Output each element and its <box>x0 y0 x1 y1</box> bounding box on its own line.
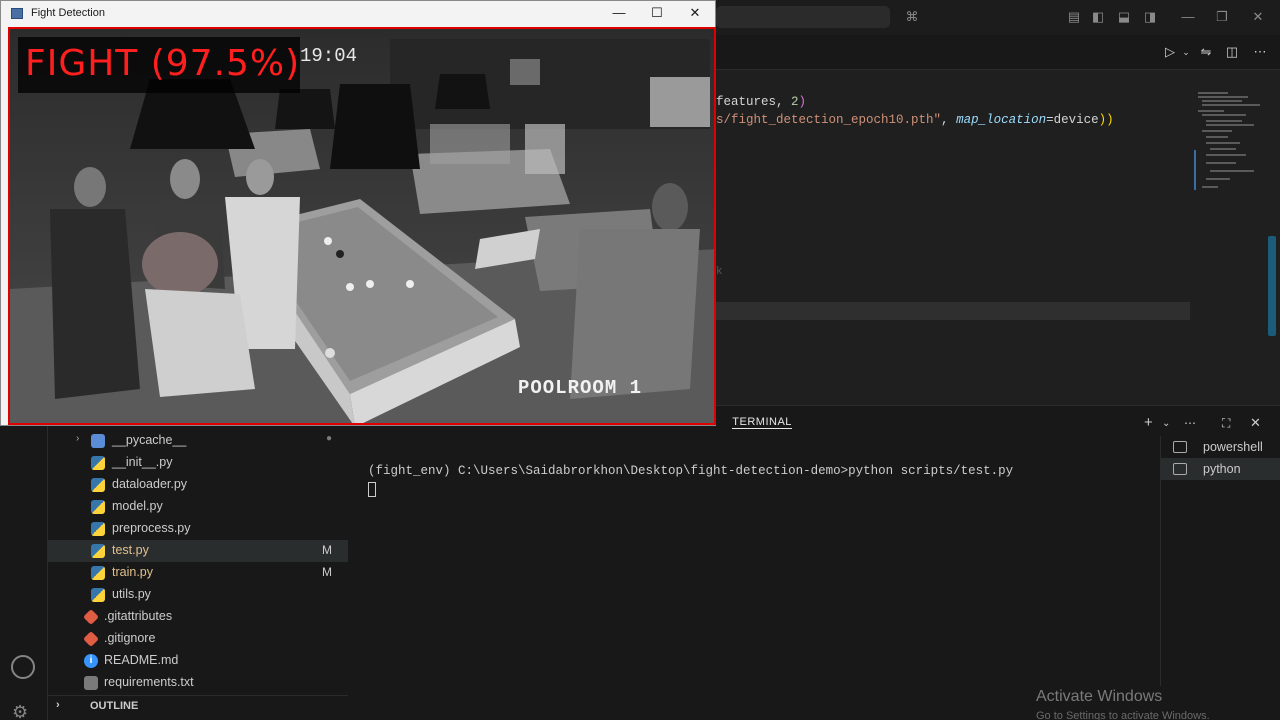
chevron-right-icon: › <box>76 433 80 444</box>
explorer-item-gitignore[interactable]: .gitignore <box>48 628 348 650</box>
toggle-secondary-sidebar-icon[interactable]: ◨ <box>1142 9 1158 25</box>
restore-icon[interactable]: ❐ <box>1214 9 1230 25</box>
explorer-item-utils[interactable]: utils.py <box>48 584 348 606</box>
explorer-item-pycache[interactable]: › __pycache__ ● <box>48 430 348 452</box>
explorer-item-label: model.py <box>112 499 163 513</box>
bottom-panel: Problems Output Debug Console Ports Term… <box>348 405 1280 720</box>
run-icon[interactable]: ▷ <box>1162 44 1178 60</box>
minimap[interactable] <box>1192 90 1264 200</box>
tab-terminal[interactable]: Terminal <box>732 416 792 429</box>
explorer-sidebar: › __pycache__ ● __init__.py dataloader.p… <box>48 405 348 720</box>
explorer-item-label: __init__.py <box>112 455 173 469</box>
explorer-item-preprocess[interactable]: preprocess.py <box>48 518 348 540</box>
git-modified-badge: M <box>322 565 332 579</box>
editor-tabbar: ▷ ⌄ ⇋ ◫ ⋯ <box>716 35 1280 70</box>
camera-label: POOLROOM 1 <box>518 377 643 399</box>
explorer-item-label: .gitattributes <box>104 609 173 623</box>
explorer-item-gitattributes[interactable]: .gitattributes <box>48 606 348 628</box>
explorer-item-test[interactable]: test.py M <box>48 540 348 562</box>
terminal-icon <box>1173 463 1187 475</box>
activation-watermark-title: Activate Windows <box>1036 688 1163 705</box>
maximize-button[interactable]: ☐ <box>637 3 677 23</box>
chevron-right-icon: › <box>56 699 60 711</box>
minimize-icon[interactable]: — <box>1180 9 1196 25</box>
python-file-icon <box>91 544 105 558</box>
minimize-button[interactable]: — <box>599 3 639 23</box>
window-titlebar[interactable]: Fight Detection — ☐ ✕ <box>1 1 715 26</box>
explorer-item-readme[interactable]: i README.md <box>48 650 348 672</box>
explorer-item-label: preprocess.py <box>112 521 191 535</box>
terminal-name: python <box>1203 462 1241 476</box>
editor-margin-marker: k <box>716 266 723 278</box>
terminal-icon <box>1173 441 1187 453</box>
python-file-icon <box>91 456 105 470</box>
close-panel-icon[interactable]: ✕ <box>1250 415 1261 431</box>
video-timestamp: 19:04 <box>300 45 358 67</box>
git-file-icon <box>83 609 99 625</box>
fight-detection-window: Fight Detection — ☐ ✕ FIGHT (97.5%) 19:0… <box>0 0 716 426</box>
layout-icon[interactable]: ▤ <box>1066 9 1082 25</box>
activity-bar: ⚙ <box>0 405 48 720</box>
new-terminal-icon[interactable]: + <box>1144 414 1153 431</box>
more-actions-icon[interactable]: ⋯ <box>1252 44 1268 60</box>
editor-scrollbar[interactable] <box>1268 236 1276 336</box>
terminal-list: powershell python <box>1160 436 1280 686</box>
python-file-icon <box>91 500 105 514</box>
explorer-item-label: README.md <box>104 653 179 667</box>
folder-icon <box>91 434 105 448</box>
explorer-item-label: train.py <box>112 565 153 579</box>
close-icon[interactable]: ✕ <box>1250 9 1266 25</box>
app-icon <box>11 8 23 19</box>
explorer-item-label: dataloader.py <box>112 477 188 491</box>
info-icon: i <box>84 654 98 668</box>
modified-dot: ● <box>325 433 332 444</box>
outline-label: OUTLINE <box>90 700 139 712</box>
terminal-item-powershell[interactable]: powershell <box>1161 436 1280 458</box>
window-title: Fight Detection <box>31 7 105 19</box>
command-center[interactable] <box>716 6 890 28</box>
terminal-output-line[interactable]: (fight_env) C:\Users\Saidabrorkhon\Deskt… <box>368 464 1013 478</box>
settings-gear-icon[interactable]: ⚙ <box>12 702 28 720</box>
explorer-item-label: utils.py <box>112 587 151 601</box>
compare-icon[interactable]: ⇋ <box>1198 44 1214 60</box>
git-file-icon <box>83 631 99 647</box>
outline-section-header[interactable]: › OUTLINE <box>48 695 348 717</box>
code-line-2: s/fight_detection_epoch10.pth", map_loca… <box>716 113 1114 127</box>
python-file-icon <box>91 588 105 602</box>
chevron-down-icon[interactable]: ⌄ <box>1178 44 1194 60</box>
accounts-icon[interactable] <box>11 655 35 679</box>
close-button[interactable]: ✕ <box>675 3 715 23</box>
explorer-item-requirements[interactable]: requirements.txt <box>48 672 348 694</box>
git-modified-badge: M <box>322 543 332 557</box>
explorer-item-label: .gitignore <box>104 631 156 645</box>
explorer-item-train[interactable]: train.py M <box>48 562 348 584</box>
copilot-icon[interactable]: ⌘ <box>904 9 920 25</box>
more-actions-icon[interactable]: ⋯ <box>1184 416 1196 430</box>
current-line-highlight <box>716 302 1190 320</box>
explorer-item-label: requirements.txt <box>104 675 194 689</box>
code-line-1: features, 2) <box>716 95 807 109</box>
toggle-sidebar-icon[interactable]: ◧ <box>1090 9 1106 25</box>
python-file-icon <box>91 522 105 536</box>
activation-watermark-subtitle: Go to Settings to activate Windows. <box>1036 710 1210 720</box>
chevron-down-icon[interactable]: ⌄ <box>1162 418 1170 429</box>
text-file-icon <box>84 676 98 690</box>
explorer-item-init[interactable]: __init__.py <box>48 452 348 474</box>
maximize-panel-icon[interactable]: ⛶ <box>1222 416 1230 431</box>
terminal-item-python[interactable]: python <box>1161 458 1280 480</box>
explorer-item-model[interactable]: model.py <box>48 496 348 518</box>
python-file-icon <box>91 566 105 580</box>
video-frame: FIGHT (97.5%) 19:04 POOLROOM 1 <box>8 27 716 425</box>
detection-label: FIGHT (97.5%) <box>25 43 301 84</box>
terminal-cursor <box>368 482 376 497</box>
terminal-name: powershell <box>1203 440 1263 454</box>
split-editor-icon[interactable]: ◫ <box>1224 44 1240 60</box>
explorer-item-label: test.py <box>112 543 149 557</box>
explorer-item-dataloader[interactable]: dataloader.py <box>48 474 348 496</box>
explorer-item-label: __pycache__ <box>112 433 187 447</box>
toggle-panel-icon[interactable]: ⬓ <box>1116 9 1132 25</box>
python-file-icon <box>91 478 105 492</box>
